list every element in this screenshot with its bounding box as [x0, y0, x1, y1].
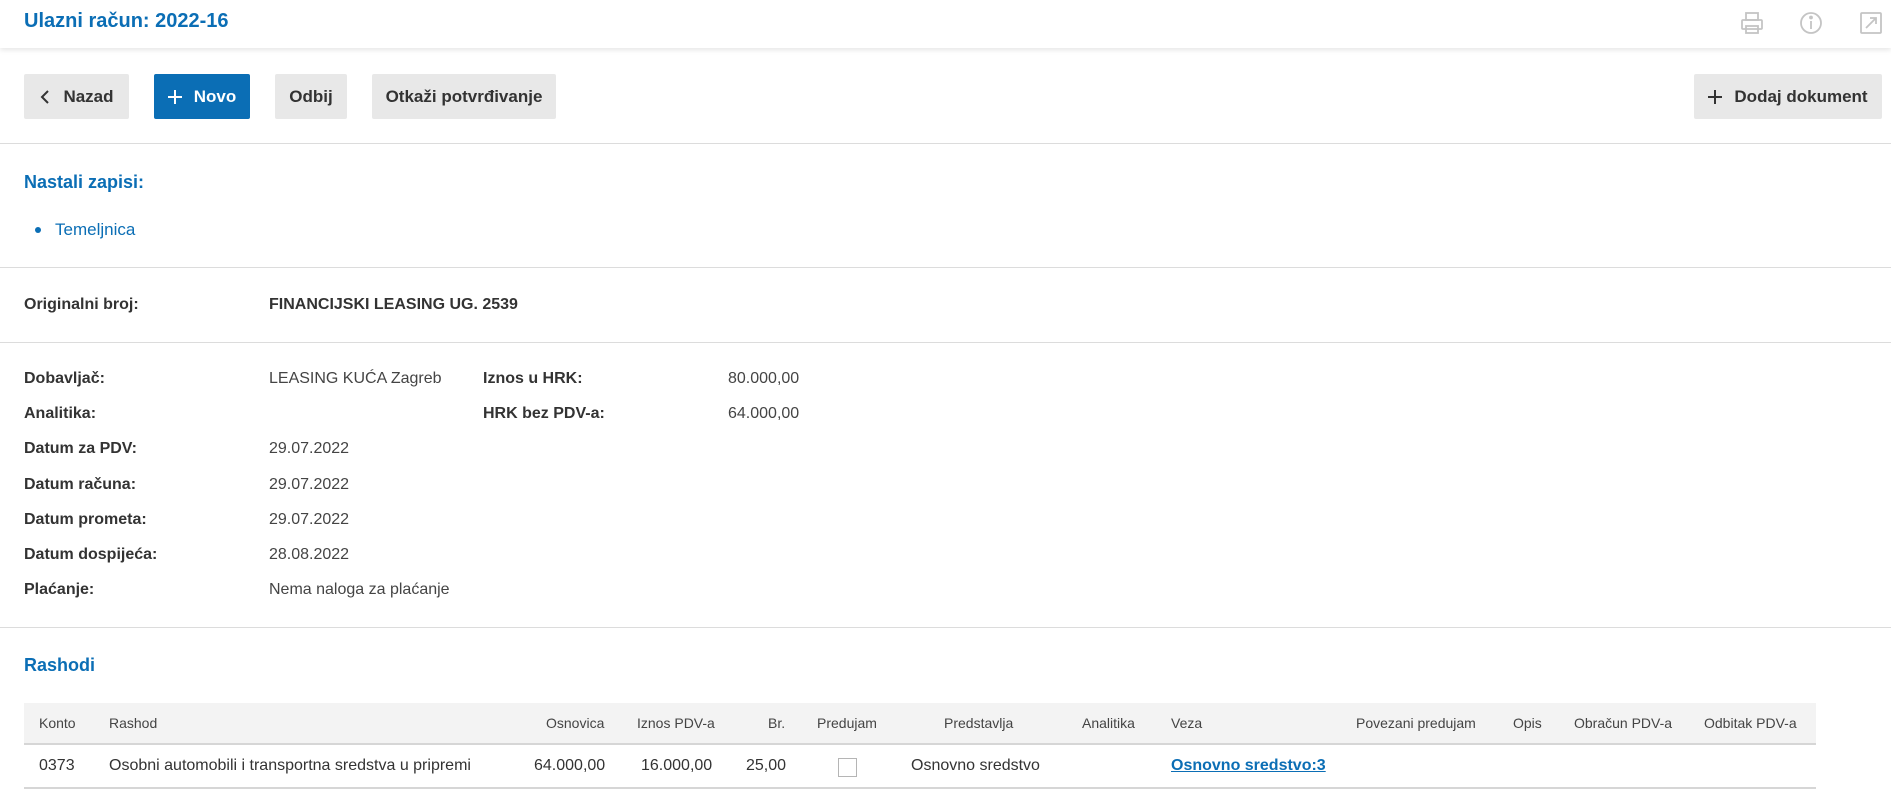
invoice-date-value: 29.07.2022 — [269, 476, 350, 493]
page-title: Ulazni račun: 2022-16 — [24, 10, 229, 32]
traffic-date-value: 29.07.2022 — [269, 511, 350, 528]
cell-br: 25,00 — [746, 757, 787, 774]
column-header-povezani-predujam[interactable]: Povezani predujam — [1356, 715, 1476, 731]
cancel-confirmation-button[interactable]: Otkaži potvrđivanje — [372, 74, 556, 119]
original-number-label: Originalni broj: — [24, 296, 139, 313]
payment-label: Plaćanje: — [24, 581, 95, 598]
column-header-obracun-pdv[interactable]: Obračun PDV-a — [1574, 715, 1672, 731]
payment-value: Nema naloga za plaćanje — [269, 581, 450, 598]
column-header-analitika[interactable]: Analitika — [1082, 715, 1135, 731]
add-document-label: Dodaj dokument — [1734, 86, 1868, 106]
column-header-rashod[interactable]: Rashod — [109, 715, 157, 731]
original-number-value: FINANCIJSKI LEASING UG. 2539 — [269, 296, 518, 313]
cell-konto: 0373 — [39, 757, 75, 774]
divider — [0, 342, 1891, 343]
bullet — [35, 227, 41, 233]
column-header-opis[interactable]: Opis — [1513, 715, 1542, 731]
net-amount-label: HRK bez PDV-a: — [483, 405, 605, 422]
veza-link[interactable]: Osnovno sredstvo:3 — [1171, 757, 1326, 775]
predujam-checkbox[interactable] — [838, 758, 857, 777]
amount-label: Iznos u HRK: — [483, 370, 583, 387]
cell-predstavlja: Osnovno sredstvo — [911, 757, 1040, 774]
column-header-veza[interactable]: Veza — [1171, 715, 1202, 731]
traffic-date-label: Datum prometa: — [24, 511, 147, 528]
column-header-konto[interactable]: Konto — [39, 715, 76, 731]
vat-date-value: 29.07.2022 — [269, 440, 350, 457]
reject-button-label: Odbij — [289, 86, 333, 106]
info-icon[interactable] — [1797, 9, 1825, 37]
external-link-icon[interactable] — [1857, 9, 1885, 37]
net-amount-value: 64.000,00 — [728, 405, 800, 422]
due-date-label: Datum dospijeća: — [24, 546, 158, 563]
column-header-br[interactable]: Br. — [768, 715, 785, 731]
plus-icon — [167, 89, 182, 104]
table-row[interactable]: 0373 Osobni automobili i transportna sre… — [24, 745, 1816, 789]
due-date-value: 28.08.2022 — [269, 546, 350, 563]
column-header-predstavlja[interactable]: Predstavlja — [944, 715, 1013, 731]
new-button-label: Novo — [193, 86, 237, 106]
vat-date-label: Datum za PDV: — [24, 440, 137, 457]
amount-value: 80.000,00 — [728, 370, 800, 387]
cancel-confirmation-label: Otkaži potvrđivanje — [385, 86, 543, 106]
expenses-title: Rashodi — [24, 655, 96, 675]
invoice-date-label: Datum računa: — [24, 476, 137, 493]
divider — [0, 143, 1891, 144]
supplier-value: LEASING KUĆA Zagreb — [269, 370, 442, 387]
analytics-label: Analitika: — [24, 405, 97, 422]
table-header: Konto Rashod Osnovica Iznos PDV-a Br. Pr… — [24, 703, 1816, 745]
add-document-button[interactable]: Dodaj dokument — [1694, 74, 1882, 119]
print-icon[interactable] — [1738, 9, 1766, 37]
supplier-label: Dobavljač: — [24, 370, 105, 387]
record-link-temeljnica[interactable]: Temeljnica — [55, 220, 135, 240]
chevron-left-icon — [39, 89, 51, 105]
column-header-predujam[interactable]: Predujam — [817, 715, 877, 731]
cell-rashod: Osobni automobili i transportna sredstva… — [109, 757, 471, 774]
column-header-osnovica[interactable]: Osnovica — [546, 715, 604, 731]
back-button[interactable]: Nazad — [24, 74, 129, 119]
top-header: Ulazni račun: 2022-16 — [0, 0, 1891, 48]
new-button[interactable]: Novo — [154, 74, 250, 119]
cell-iznos-pdv: 16.000,00 — [641, 757, 713, 774]
cell-osnovica: 64.000,00 — [534, 757, 606, 774]
plus-icon — [1708, 89, 1723, 104]
reject-button[interactable]: Odbij — [275, 74, 347, 119]
back-button-label: Nazad — [63, 86, 114, 106]
records-title: Nastali zapisi: — [24, 172, 145, 192]
column-header-odbitak-pdv[interactable]: Odbitak PDV-a — [1704, 715, 1797, 731]
divider — [0, 627, 1891, 628]
divider — [0, 267, 1891, 268]
column-header-iznos-pdv[interactable]: Iznos PDV-a — [637, 715, 715, 731]
